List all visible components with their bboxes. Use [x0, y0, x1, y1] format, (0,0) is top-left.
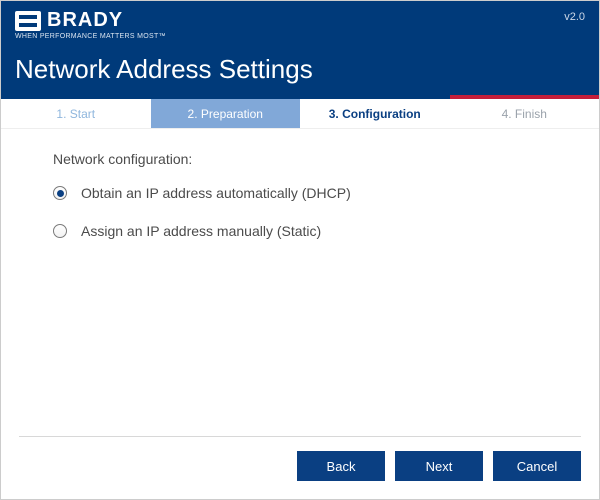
radio-dhcp-label: Obtain an IP address automatically (DHCP…	[81, 185, 351, 201]
brand-row: BRADY	[15, 9, 166, 32]
step-configuration[interactable]: 3. Configuration	[300, 99, 450, 128]
page-title: Network Address Settings	[15, 54, 585, 85]
radio-dot-icon	[57, 190, 64, 197]
brand-name: BRADY	[47, 9, 123, 32]
step-label: 4. Finish	[502, 107, 547, 121]
content-area: Network configuration: Obtain an IP addr…	[1, 129, 599, 436]
step-label: 2. Preparation	[188, 107, 263, 121]
brand-logo-icon	[15, 11, 41, 31]
form-heading: Network configuration:	[53, 151, 559, 167]
back-button[interactable]: Back	[297, 451, 385, 481]
radio-button-icon	[53, 224, 67, 238]
step-label: 3. Configuration	[329, 107, 421, 121]
step-label: 1. Start	[56, 107, 95, 121]
step-preparation[interactable]: 2. Preparation	[151, 99, 301, 128]
cancel-button[interactable]: Cancel	[493, 451, 581, 481]
footer: Back Next Cancel	[1, 437, 599, 499]
brand-block: BRADY WHEN PERFORMANCE MATTERS MOST™	[15, 9, 166, 40]
next-button[interactable]: Next	[395, 451, 483, 481]
header: BRADY WHEN PERFORMANCE MATTERS MOST™ v2.…	[1, 1, 599, 99]
radio-button-icon	[53, 186, 67, 200]
step-bar: 1. Start 2. Preparation 3. Configuration…	[1, 99, 599, 129]
radio-static[interactable]: Assign an IP address manually (Static)	[53, 223, 559, 239]
wizard-window: BRADY WHEN PERFORMANCE MATTERS MOST™ v2.…	[0, 0, 600, 500]
step-finish: 4. Finish	[450, 99, 600, 128]
step-start[interactable]: 1. Start	[1, 99, 151, 128]
radio-static-label: Assign an IP address manually (Static)	[81, 223, 321, 239]
radio-dhcp[interactable]: Obtain an IP address automatically (DHCP…	[53, 185, 559, 201]
header-top: BRADY WHEN PERFORMANCE MATTERS MOST™ v2.…	[15, 9, 585, 40]
brand-tagline: WHEN PERFORMANCE MATTERS MOST™	[15, 33, 166, 40]
version-label: v2.0	[564, 11, 585, 23]
